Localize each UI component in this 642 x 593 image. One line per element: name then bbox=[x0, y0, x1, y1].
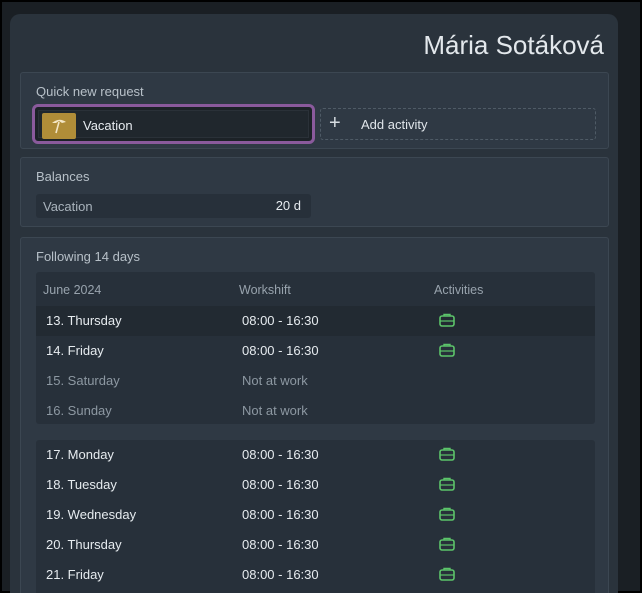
vacation-request-button[interactable]: Vacation bbox=[32, 104, 315, 144]
day-label: 13. Thursday bbox=[46, 313, 122, 328]
briefcase-icon[interactable] bbox=[439, 507, 455, 524]
briefcase-icon[interactable] bbox=[439, 477, 455, 494]
following-days-title: Following 14 days bbox=[36, 249, 141, 264]
balances-card: Balances Vacation 20 d bbox=[20, 157, 609, 227]
workshift-value: Not at work bbox=[242, 403, 308, 418]
table-row[interactable]: 16. Sunday Not at work bbox=[36, 396, 595, 426]
day-label: 15. Saturday bbox=[46, 373, 120, 388]
beach-umbrella-icon bbox=[42, 113, 76, 139]
briefcase-icon[interactable] bbox=[439, 567, 455, 584]
day-label: 19. Wednesday bbox=[46, 507, 137, 522]
week-table: June 2024 Workshift Activities 13. Thurs… bbox=[36, 272, 595, 424]
workshift-value: 08:00 - 16:30 bbox=[242, 313, 319, 328]
balance-row-vacation: Vacation 20 d bbox=[36, 194, 311, 218]
day-label: 14. Friday bbox=[46, 343, 104, 358]
day-label: 16. Sunday bbox=[46, 403, 112, 418]
balance-name: Vacation bbox=[43, 199, 93, 214]
table-row[interactable]: 17. Monday 08:00 - 16:30 bbox=[36, 440, 595, 470]
workshift-header: Workshift bbox=[239, 283, 291, 297]
table-row[interactable]: 15. Saturday Not at work bbox=[36, 366, 595, 396]
table-row[interactable]: 20. Thursday 08:00 - 16:30 bbox=[36, 530, 595, 560]
workshift-value: 08:00 - 16:30 bbox=[242, 567, 319, 582]
table-row[interactable]: 13. Thursday 08:00 - 16:30 bbox=[36, 306, 595, 336]
workshift-value: 08:00 - 16:30 bbox=[242, 343, 319, 358]
table-row[interactable]: 19. Wednesday 08:00 - 16:30 bbox=[36, 500, 595, 530]
table-row[interactable]: 14. Friday 08:00 - 16:30 bbox=[36, 336, 595, 366]
workshift-value: 08:00 - 16:30 bbox=[242, 507, 319, 522]
briefcase-icon[interactable] bbox=[439, 313, 455, 330]
month-header: June 2024 bbox=[43, 283, 102, 297]
activities-header: Activities bbox=[434, 283, 484, 297]
workshift-value: 08:00 - 16:30 bbox=[242, 537, 319, 552]
table-row[interactable]: 21. Friday 08:00 - 16:30 bbox=[36, 560, 595, 590]
balances-title: Balances bbox=[36, 169, 90, 184]
briefcase-icon[interactable] bbox=[439, 343, 455, 360]
day-label: 17. Monday bbox=[46, 447, 114, 462]
following-days-card: Following 14 days June 2024 Workshift Ac… bbox=[20, 237, 609, 593]
table-header: June 2024 Workshift Activities bbox=[36, 272, 595, 306]
briefcase-icon[interactable] bbox=[439, 447, 455, 464]
vacation-request-label: Vacation bbox=[83, 118, 133, 133]
workshift-value: 08:00 - 16:30 bbox=[242, 477, 319, 492]
quick-request-card: Quick new request Vacation + Add activit… bbox=[20, 72, 609, 149]
app-frame: Mária Sotáková Quick new request Vacatio… bbox=[0, 0, 642, 593]
workshift-value: 08:00 - 16:30 bbox=[242, 447, 319, 462]
add-activity-button[interactable]: + Add activity bbox=[320, 108, 596, 140]
user-name: Mária Sotáková bbox=[423, 30, 604, 60]
main-panel: Mária Sotáková Quick new request Vacatio… bbox=[10, 14, 618, 593]
workshift-value: Not at work bbox=[242, 373, 308, 388]
add-activity-label: Add activity bbox=[361, 117, 428, 132]
day-label: 21. Friday bbox=[46, 567, 104, 582]
briefcase-icon[interactable] bbox=[439, 537, 455, 554]
vacation-request-inner: Vacation bbox=[38, 110, 309, 139]
day-label: 18. Tuesday bbox=[46, 477, 117, 492]
day-label: 20. Thursday bbox=[46, 537, 122, 552]
table-row[interactable]: 18. Tuesday 08:00 - 16:30 bbox=[36, 470, 595, 500]
week-table: 17. Monday 08:00 - 16:30 18. Tuesday 08:… bbox=[36, 440, 595, 593]
plus-icon: + bbox=[329, 112, 341, 134]
balance-value: 20 d bbox=[275, 198, 301, 213]
quick-request-title: Quick new request bbox=[36, 84, 144, 99]
